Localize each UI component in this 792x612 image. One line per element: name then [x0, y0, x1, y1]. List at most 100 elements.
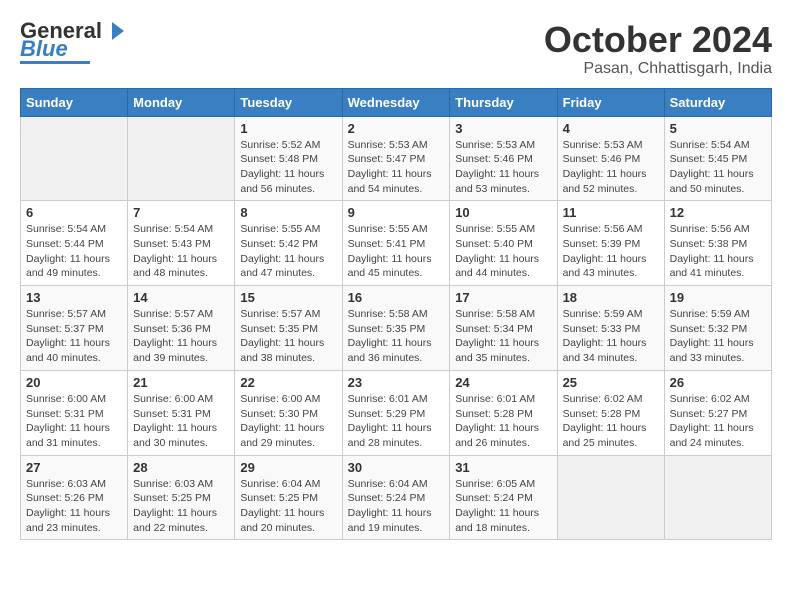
cell-info: Sunrise: 6:01 AM Sunset: 5:29 PM Dayligh…: [348, 392, 445, 451]
cell-info: Sunrise: 5:58 AM Sunset: 5:35 PM Dayligh…: [348, 307, 445, 366]
cell-info: Sunrise: 5:57 AM Sunset: 5:37 PM Dayligh…: [26, 307, 122, 366]
header-cell-wednesday: Wednesday: [342, 88, 450, 116]
cell-info: Sunrise: 5:56 AM Sunset: 5:39 PM Dayligh…: [563, 222, 659, 281]
page-header: General Blue October 2024 Pasan, Chhatti…: [20, 20, 772, 78]
calendar-cell: 22 Sunrise: 6:00 AM Sunset: 5:30 PM Dayli…: [235, 370, 342, 455]
day-number: 31: [455, 460, 551, 475]
cell-info: Sunrise: 5:57 AM Sunset: 5:36 PM Dayligh…: [133, 307, 229, 366]
calendar-cell: 28Sunrise: 6:03 AM Sunset: 5:25 PM Dayli…: [128, 455, 235, 540]
day-number: 5: [670, 121, 766, 136]
cell-info: Sunrise: 6:02 AM Sunset: 5:27 PM Dayligh…: [670, 392, 766, 451]
calendar-cell: [557, 455, 664, 540]
day-number: 13: [26, 290, 122, 305]
day-number: 20: [26, 375, 122, 390]
cell-info: Sunrise: 5:54 AM Sunset: 5:44 PM Dayligh…: [26, 222, 122, 281]
calendar-cell: 26 Sunrise: 6:02 AM Sunset: 5:27 PM Dayli…: [664, 370, 771, 455]
calendar-cell: 4 Sunrise: 5:53 AM Sunset: 5:46 PM Daylig…: [557, 116, 664, 201]
day-number: 18: [563, 290, 659, 305]
calendar-cell: 11 Sunrise: 5:56 AM Sunset: 5:39 PM Dayli…: [557, 201, 664, 286]
cell-info: Sunrise: 5:55 AM Sunset: 5:41 PM Dayligh…: [348, 222, 445, 281]
calendar-cell: 31 Sunrise: 6:05 AM Sunset: 5:24 PM Dayli…: [450, 455, 557, 540]
header-cell-friday: Friday: [557, 88, 664, 116]
cell-info: Sunrise: 6:03 AM Sunset: 5:26 PM Dayligh…: [26, 477, 122, 536]
calendar-cell: 30 Sunrise: 6:04 AM Sunset: 5:24 PM Dayli…: [342, 455, 450, 540]
cell-info: Sunrise: 6:01 AM Sunset: 5:28 PM Dayligh…: [455, 392, 551, 451]
logo-arrow-icon: [104, 20, 126, 42]
calendar-cell: 18Sunrise: 5:59 AM Sunset: 5:33 PM Dayli…: [557, 286, 664, 371]
calendar-cell: 25 Sunrise: 6:02 AM Sunset: 5:28 PM Dayli…: [557, 370, 664, 455]
cell-info: Sunrise: 5:54 AM Sunset: 5:43 PM Dayligh…: [133, 222, 229, 281]
day-number: 21: [133, 375, 229, 390]
page-subtitle: Pasan, Chhattisgarh, India: [544, 60, 772, 78]
calendar-cell: 27 Sunrise: 6:03 AM Sunset: 5:26 PM Dayli…: [21, 455, 128, 540]
day-number: 24: [455, 375, 551, 390]
day-number: 23: [348, 375, 445, 390]
day-number: 8: [240, 205, 336, 220]
calendar-cell: 7 Sunrise: 5:54 AM Sunset: 5:43 PM Daylig…: [128, 201, 235, 286]
calendar-week-row: 1 Sunrise: 5:52 AM Sunset: 5:48 PM Daylig…: [21, 116, 772, 201]
cell-info: Sunrise: 6:02 AM Sunset: 5:28 PM Dayligh…: [563, 392, 659, 451]
day-number: 30: [348, 460, 445, 475]
calendar-cell: 21 Sunrise: 6:00 AM Sunset: 5:31 PM Dayli…: [128, 370, 235, 455]
day-number: 19: [670, 290, 766, 305]
day-number: 6: [26, 205, 122, 220]
calendar-header-row: SundayMondayTuesdayWednesdayThursdayFrid…: [21, 88, 772, 116]
calendar-cell: 3 Sunrise: 5:53 AM Sunset: 5:46 PM Daylig…: [450, 116, 557, 201]
calendar-cell: 17Sunrise: 5:58 AM Sunset: 5:34 PM Dayli…: [450, 286, 557, 371]
calendar-cell: 5 Sunrise: 5:54 AM Sunset: 5:45 PM Daylig…: [664, 116, 771, 201]
cell-info: Sunrise: 5:53 AM Sunset: 5:47 PM Dayligh…: [348, 138, 445, 197]
day-number: 10: [455, 205, 551, 220]
cell-info: Sunrise: 5:57 AM Sunset: 5:35 PM Dayligh…: [240, 307, 336, 366]
cell-info: Sunrise: 6:00 AM Sunset: 5:31 PM Dayligh…: [26, 392, 122, 451]
header-cell-monday: Monday: [128, 88, 235, 116]
calendar-cell: [21, 116, 128, 201]
header-cell-sunday: Sunday: [21, 88, 128, 116]
cell-info: Sunrise: 5:54 AM Sunset: 5:45 PM Dayligh…: [670, 138, 766, 197]
cell-info: Sunrise: 6:04 AM Sunset: 5:25 PM Dayligh…: [240, 477, 336, 536]
calendar-cell: 13 Sunrise: 5:57 AM Sunset: 5:37 PM Dayli…: [21, 286, 128, 371]
day-number: 11: [563, 205, 659, 220]
title-block: October 2024 Pasan, Chhattisgarh, India: [544, 20, 772, 78]
logo-underline: [20, 61, 90, 64]
day-number: 1: [240, 121, 336, 136]
header-cell-tuesday: Tuesday: [235, 88, 342, 116]
day-number: 17: [455, 290, 551, 305]
cell-info: Sunrise: 6:00 AM Sunset: 5:31 PM Dayligh…: [133, 392, 229, 451]
calendar-cell: 1 Sunrise: 5:52 AM Sunset: 5:48 PM Daylig…: [235, 116, 342, 201]
page-title: October 2024: [544, 20, 772, 60]
day-number: 12: [670, 205, 766, 220]
calendar-cell: 2Sunrise: 5:53 AM Sunset: 5:47 PM Daylig…: [342, 116, 450, 201]
header-cell-thursday: Thursday: [450, 88, 557, 116]
cell-info: Sunrise: 5:56 AM Sunset: 5:38 PM Dayligh…: [670, 222, 766, 281]
day-number: 7: [133, 205, 229, 220]
logo: General Blue: [20, 20, 126, 64]
day-number: 22: [240, 375, 336, 390]
day-number: 27: [26, 460, 122, 475]
calendar-cell: 19 Sunrise: 5:59 AM Sunset: 5:32 PM Dayli…: [664, 286, 771, 371]
cell-info: Sunrise: 5:53 AM Sunset: 5:46 PM Dayligh…: [563, 138, 659, 197]
calendar-cell: 16Sunrise: 5:58 AM Sunset: 5:35 PM Dayli…: [342, 286, 450, 371]
cell-info: Sunrise: 5:55 AM Sunset: 5:40 PM Dayligh…: [455, 222, 551, 281]
calendar-cell: 14Sunrise: 5:57 AM Sunset: 5:36 PM Dayli…: [128, 286, 235, 371]
cell-info: Sunrise: 5:59 AM Sunset: 5:32 PM Dayligh…: [670, 307, 766, 366]
cell-info: Sunrise: 6:05 AM Sunset: 5:24 PM Dayligh…: [455, 477, 551, 536]
calendar-cell: 24 Sunrise: 6:01 AM Sunset: 5:28 PM Dayli…: [450, 370, 557, 455]
cell-info: Sunrise: 5:55 AM Sunset: 5:42 PM Dayligh…: [240, 222, 336, 281]
cell-info: Sunrise: 5:53 AM Sunset: 5:46 PM Dayligh…: [455, 138, 551, 197]
cell-info: Sunrise: 6:04 AM Sunset: 5:24 PM Dayligh…: [348, 477, 445, 536]
calendar-cell: 8 Sunrise: 5:55 AM Sunset: 5:42 PM Daylig…: [235, 201, 342, 286]
day-number: 3: [455, 121, 551, 136]
calendar-cell: 12 Sunrise: 5:56 AM Sunset: 5:38 PM Dayli…: [664, 201, 771, 286]
cell-info: Sunrise: 6:00 AM Sunset: 5:30 PM Dayligh…: [240, 392, 336, 451]
calendar-cell: 23 Sunrise: 6:01 AM Sunset: 5:29 PM Dayli…: [342, 370, 450, 455]
calendar-cell: 29Sunrise: 6:04 AM Sunset: 5:25 PM Dayli…: [235, 455, 342, 540]
calendar-week-row: 27 Sunrise: 6:03 AM Sunset: 5:26 PM Dayli…: [21, 455, 772, 540]
day-number: 9: [348, 205, 445, 220]
calendar-table: SundayMondayTuesdayWednesdayThursdayFrid…: [20, 88, 772, 541]
logo-blue-text: Blue: [20, 38, 68, 60]
calendar-cell: 20 Sunrise: 6:00 AM Sunset: 5:31 PM Dayli…: [21, 370, 128, 455]
day-number: 25: [563, 375, 659, 390]
cell-info: Sunrise: 5:52 AM Sunset: 5:48 PM Dayligh…: [240, 138, 336, 197]
day-number: 4: [563, 121, 659, 136]
day-number: 26: [670, 375, 766, 390]
